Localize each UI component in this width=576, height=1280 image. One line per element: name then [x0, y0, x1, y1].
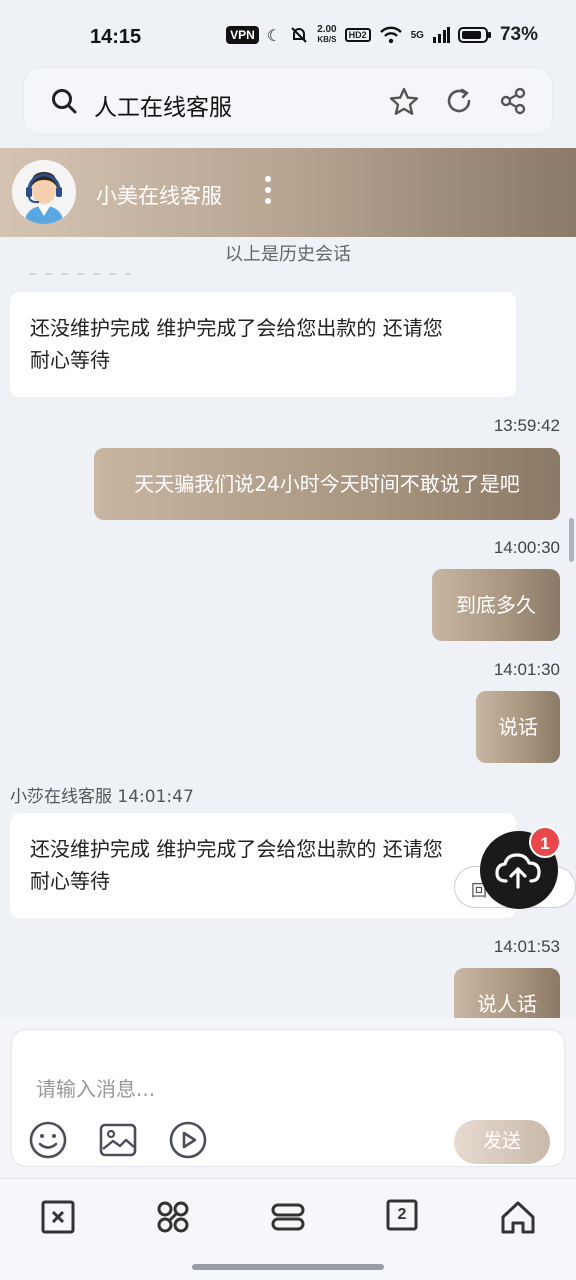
message-input[interactable]: 请输入消息...: [36, 1073, 155, 1102]
message-text: 耐心等待: [30, 348, 110, 372]
search-bar[interactable]: 人工在线客服: [24, 68, 552, 134]
tabs-button[interactable]: 2: [386, 1199, 426, 1239]
mute-bell-icon: [291, 27, 307, 43]
cropped-text-fragment: [30, 273, 130, 275]
moon-icon: ☾: [266, 25, 282, 45]
composer-panel: 请输入消息... 发送: [0, 1018, 576, 1178]
wifi-icon: [379, 26, 402, 44]
message-outgoing[interactable]: 天天骗我们说24小时今天时间不敢说了是吧: [94, 448, 560, 520]
agent-avatar[interactable]: [12, 160, 76, 224]
message-outgoing[interactable]: 说人话: [454, 968, 560, 1018]
star-icon[interactable]: [388, 86, 420, 118]
message-incoming[interactable]: 还没维护完成 维护完成了会给您出款的 还请您 耐心等待: [10, 292, 516, 397]
message-timestamp: 13:59:42: [493, 416, 560, 435]
battery-icon: [457, 27, 491, 43]
send-button[interactable]: 发送: [454, 1120, 550, 1164]
status-bar: 14:15 VPN ☾ 2.00 KB/S HD2 5G 73%: [0, 0, 576, 70]
tabs-count: 2: [397, 1206, 407, 1223]
net-speed-unit: KB/S: [317, 35, 337, 44]
more-options-icon[interactable]: [262, 176, 274, 210]
message-outgoing[interactable]: 到底多久: [432, 569, 560, 641]
home-indicator[interactable]: [192, 1264, 384, 1270]
hd-icon: HD2: [344, 28, 371, 42]
menu-icon[interactable]: [270, 1199, 310, 1239]
composer: 请输入消息... 发送: [12, 1030, 564, 1166]
history-label: 以上是历史会话: [225, 244, 351, 265]
home-icon[interactable]: [500, 1199, 540, 1239]
search-query[interactable]: 人工在线客服: [94, 88, 232, 122]
message-incoming[interactable]: 还没维护完成 维护完成了会给您出款的 还请您 耐心等待: [10, 813, 516, 918]
close-tab-icon[interactable]: [40, 1199, 80, 1239]
status-time: 14:15: [90, 26, 142, 48]
agent-avatar-image: [12, 160, 76, 224]
signal-icon: [432, 27, 450, 43]
shortcuts-icon[interactable]: [155, 1199, 195, 1239]
message-text: 还没维护完成 维护完成了会给您出款的 还请您: [30, 316, 443, 340]
message-text: 还没维护完成 维护完成了会给您出款的 还请您: [30, 837, 443, 861]
emoji-icon[interactable]: [28, 1120, 68, 1160]
refresh-icon[interactable]: [444, 86, 474, 116]
battery-level: 73%: [499, 24, 538, 45]
scrollbar[interactable]: [569, 518, 574, 562]
message-timestamp: 14:00:30: [493, 538, 560, 557]
notification-badge: 1: [529, 826, 561, 858]
image-icon[interactable]: [98, 1120, 138, 1160]
net-speed-value: 2.00: [317, 24, 337, 35]
message-text: 耐心等待: [30, 869, 110, 893]
message-timestamp: 14:01:30: [493, 660, 560, 679]
status-icons: VPN ☾ 2.00 KB/S HD2 5G 73%: [226, 24, 538, 46]
net-speed: 2.00 KB/S: [317, 25, 336, 45]
share-icon[interactable]: [498, 86, 528, 116]
play-video-icon[interactable]: [168, 1120, 208, 1160]
sender-timestamp: 小莎在线客服 14:01:47: [10, 787, 194, 807]
agent-name: 小美在线客服: [96, 184, 222, 208]
vpn-icon: VPN: [226, 26, 259, 44]
signal-label: 5G: [410, 29, 424, 41]
message-timestamp: 14:01:53: [493, 937, 560, 956]
search-icon[interactable]: [50, 87, 78, 115]
chat-header: 小美在线客服: [0, 148, 576, 237]
message-outgoing[interactable]: 说话: [476, 691, 560, 763]
